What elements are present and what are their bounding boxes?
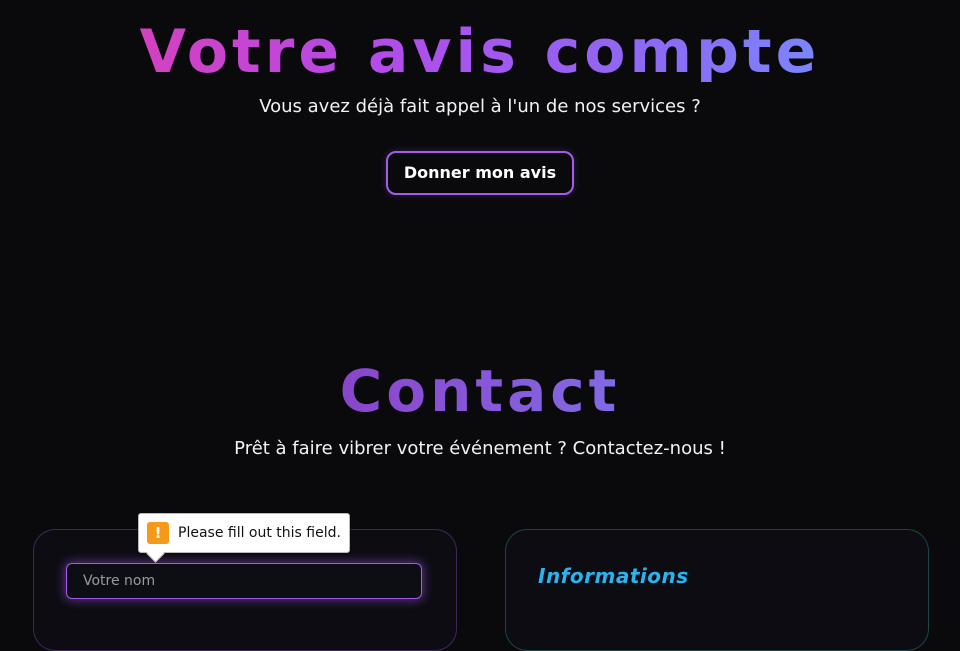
contact-section: Contact Prêt à faire vibrer votre événem… xyxy=(0,362,960,459)
give-review-button[interactable]: Donner mon avis xyxy=(385,151,575,195)
warning-icon: ! xyxy=(147,522,169,544)
info-title: Informations xyxy=(538,564,689,588)
reviews-title: Votre avis compte xyxy=(0,22,960,82)
reviews-section: Votre avis compte Vous avez déjà fait ap… xyxy=(0,22,960,195)
validation-message: Please fill out this field. xyxy=(178,525,341,541)
contact-title: Contact xyxy=(0,362,960,420)
validation-tooltip: ! Please fill out this field. xyxy=(138,513,350,553)
reviews-subtitle: Vous avez déjà fait appel à l'un de nos … xyxy=(259,96,701,117)
contact-info-card: Informations xyxy=(505,529,929,651)
contact-subtitle: Prêt à faire vibrer votre événement ? Co… xyxy=(234,438,726,459)
name-input[interactable] xyxy=(66,563,422,599)
